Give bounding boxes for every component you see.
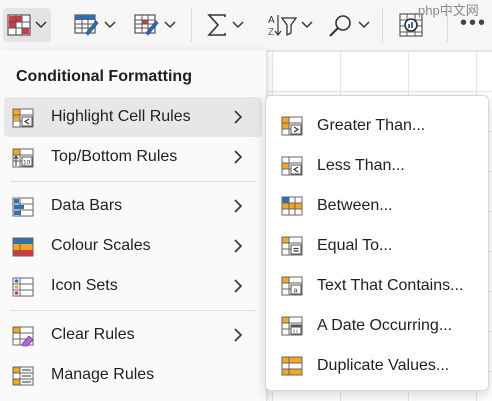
between-icon bbox=[281, 196, 303, 216]
svg-text:A: A bbox=[268, 15, 275, 26]
menu-item-top-bottom-rules[interactable]: 10 Top/Bottom Rules bbox=[0, 137, 266, 177]
chevron-right-icon bbox=[234, 199, 243, 213]
submenu-item-equal-to[interactable]: Equal To... bbox=[266, 226, 488, 266]
cell-styles-icon bbox=[134, 14, 159, 36]
autosum-button[interactable] bbox=[206, 8, 244, 42]
clear-rules-icon bbox=[12, 326, 34, 347]
menu-title: Conditional Formatting bbox=[16, 68, 192, 85]
ribbon-divider bbox=[191, 8, 192, 42]
menu-item-label: Colour Scales bbox=[51, 237, 151, 254]
duplicate-values-icon bbox=[281, 356, 303, 376]
submenu-item-text-contains[interactable]: a Text That Contains... bbox=[266, 266, 488, 306]
search-icon bbox=[329, 15, 351, 37]
colour-scales-icon bbox=[12, 237, 34, 257]
less-than-icon bbox=[281, 156, 303, 176]
menu-divider bbox=[10, 310, 256, 311]
submenu-item-greater-than[interactable]: Greater Than... bbox=[266, 106, 488, 146]
manage-rules-icon bbox=[12, 366, 34, 386]
submenu-item-label: A Date Occurring... bbox=[317, 317, 453, 334]
data-bars-icon bbox=[12, 197, 34, 217]
icon-sets-icon bbox=[12, 277, 34, 297]
conditional-formatting-button[interactable] bbox=[3, 8, 51, 42]
svg-text:a: a bbox=[294, 288, 298, 295]
menu-item-label: Manage Rules bbox=[51, 366, 155, 383]
sort-filter-icon: A Z bbox=[268, 15, 297, 38]
submenu-item-between[interactable]: Between... bbox=[266, 186, 488, 226]
submenu-item-label: Greater Than... bbox=[317, 117, 426, 134]
submenu-item-label: Less Than... bbox=[317, 157, 405, 174]
format-as-table-button[interactable] bbox=[74, 8, 116, 42]
format-table-icon bbox=[74, 14, 99, 36]
chevron-down-icon bbox=[164, 21, 176, 29]
chevron-down-icon bbox=[232, 21, 244, 29]
submenu-item-label: Between... bbox=[317, 197, 393, 214]
menu-item-colour-scales[interactable]: Colour Scales bbox=[0, 226, 266, 266]
menu-item-highlight-cell-rules[interactable]: Highlight Cell Rules bbox=[4, 97, 262, 137]
ribbon-divider bbox=[447, 8, 448, 42]
menu-item-label: Highlight Cell Rules bbox=[51, 108, 191, 125]
submenu-item-date-occurring[interactable]: A Date Occurring... bbox=[266, 306, 488, 346]
chevron-right-icon bbox=[234, 110, 243, 124]
ribbon-divider bbox=[382, 8, 383, 42]
menu-item-data-bars[interactable]: Data Bars bbox=[0, 186, 266, 226]
text-contains-icon: a bbox=[281, 276, 303, 296]
menu-item-label: Clear Rules bbox=[51, 326, 135, 343]
chevron-right-icon bbox=[234, 279, 243, 293]
submenu-item-label: Duplicate Values... bbox=[317, 357, 450, 374]
menu-divider bbox=[10, 181, 256, 182]
chevron-right-icon bbox=[234, 150, 243, 164]
menu-item-manage-rules[interactable]: Manage Rules bbox=[0, 355, 266, 395]
menu-item-label: Icon Sets bbox=[51, 277, 118, 294]
svg-text:Z: Z bbox=[268, 27, 274, 38]
ribbon-toolbar: A Z php中文网 ••• bbox=[0, 0, 492, 51]
more-options-button[interactable]: ••• bbox=[460, 13, 487, 33]
top-bottom-rules-icon: 10 bbox=[12, 148, 34, 168]
sigma-icon bbox=[207, 14, 226, 36]
submenu-item-label: Equal To... bbox=[317, 237, 393, 254]
chevron-down-icon bbox=[301, 21, 313, 29]
equal-to-icon bbox=[281, 236, 303, 256]
conditional-formatting-icon bbox=[7, 14, 31, 36]
submenu-item-less-than[interactable]: Less Than... bbox=[266, 146, 488, 186]
chevron-right-icon bbox=[234, 239, 243, 253]
sort-filter-button[interactable]: A Z bbox=[267, 8, 313, 42]
submenu-item-label: Text That Contains... bbox=[317, 277, 464, 294]
svg-text:10: 10 bbox=[23, 160, 31, 167]
chevron-down-icon bbox=[104, 21, 116, 29]
submenu-item-duplicate-values[interactable]: Duplicate Values... bbox=[266, 346, 488, 386]
cell-styles-button[interactable] bbox=[134, 8, 176, 42]
conditional-formatting-menu: Conditional Formatting Highlight Cell Ru… bbox=[0, 50, 267, 401]
chevron-down-icon bbox=[35, 21, 47, 29]
date-occurring-icon bbox=[281, 316, 303, 336]
find-select-button[interactable] bbox=[328, 8, 370, 42]
menu-item-label: Top/Bottom Rules bbox=[51, 148, 178, 165]
menu-item-label: Data Bars bbox=[51, 197, 123, 214]
chevron-down-icon bbox=[358, 21, 370, 29]
highlight-cell-rules-submenu: Greater Than... Less Than... Between... bbox=[265, 95, 489, 391]
menu-item-icon-sets[interactable]: Icon Sets bbox=[0, 266, 266, 306]
greater-than-icon bbox=[281, 116, 303, 136]
highlight-cell-rules-icon bbox=[12, 108, 34, 128]
menu-item-clear-rules[interactable]: Clear Rules bbox=[0, 315, 266, 355]
chevron-right-icon bbox=[234, 328, 243, 342]
